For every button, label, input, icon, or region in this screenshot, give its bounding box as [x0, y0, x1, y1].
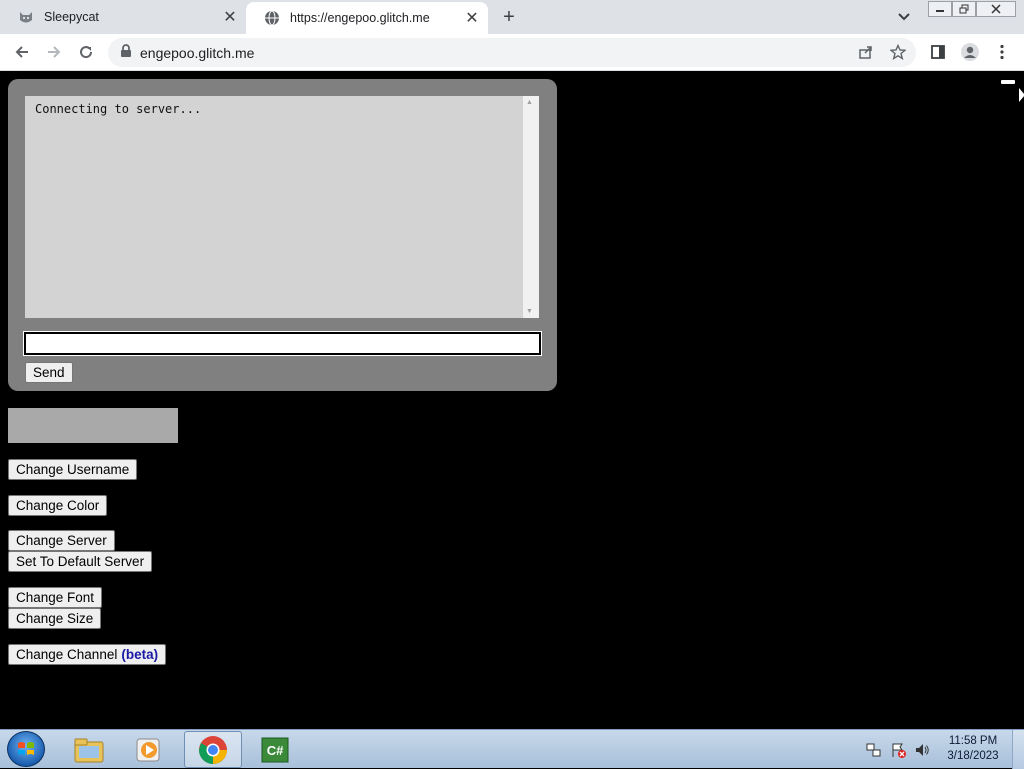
start-menu-button[interactable] [7, 731, 45, 767]
address-bar[interactable]: engepoo.glitch.me [108, 38, 916, 67]
chat-log-scrollbar[interactable]: ▲ ▼ [523, 96, 539, 318]
page-content: Connecting to server... ▲ ▼ Send Change … [0, 71, 1024, 729]
user-color-box [8, 408, 178, 443]
back-button[interactable] [9, 39, 35, 65]
chevron-down-icon[interactable] [894, 8, 914, 26]
forward-button[interactable] [41, 39, 67, 65]
change-channel-label: Change Channel [16, 647, 118, 662]
change-font-button[interactable]: Change Font [8, 587, 103, 608]
chrome-icon[interactable] [184, 731, 242, 768]
message-input[interactable] [23, 331, 542, 356]
close-icon[interactable]: ✕ [220, 7, 240, 27]
change-color-button[interactable]: Change Color [8, 495, 108, 516]
system-tray [862, 730, 934, 769]
file-explorer-icon[interactable] [60, 731, 118, 768]
share-icon[interactable] [853, 39, 879, 65]
clock-time: 11:58 PM [948, 735, 998, 747]
side-panel-icon[interactable] [925, 39, 951, 65]
action-center-flag-icon[interactable] [889, 741, 907, 759]
tab-strip: Sleepycat ✕ https://engepoo.glitch.me ✕ … [0, 0, 1024, 34]
change-username-button[interactable]: Change Username [8, 459, 138, 480]
csharp-icon[interactable]: C# [246, 731, 304, 768]
clock-date: 3/18/2023 [947, 750, 999, 762]
network-icon[interactable] [865, 741, 883, 759]
beta-badge: (beta) [121, 647, 159, 662]
new-tab-button[interactable]: + [498, 6, 520, 28]
tab-sleepycat[interactable]: Sleepycat ✕ [0, 0, 246, 34]
volume-icon[interactable] [913, 741, 931, 759]
tab-title: Sleepycat [44, 10, 99, 24]
close-window-button[interactable] [976, 1, 1016, 17]
mouse-pointer-icon [1019, 88, 1024, 107]
tab-title: https://engepoo.glitch.me [290, 11, 430, 25]
globe-icon [264, 10, 280, 26]
svg-text:C#: C# [267, 743, 284, 758]
lock-icon[interactable] [120, 44, 132, 61]
profile-avatar-icon[interactable] [957, 39, 983, 65]
minimize-button[interactable] [928, 1, 952, 17]
menu-kebab-icon[interactable] [989, 39, 1015, 65]
scroll-up-icon[interactable]: ▲ [526, 99, 533, 106]
scrollbar-thumb[interactable] [1001, 80, 1015, 84]
chat-panel: Connecting to server... ▲ ▼ Send [8, 79, 557, 391]
send-button[interactable]: Send [25, 362, 73, 383]
close-icon[interactable]: ✕ [462, 8, 482, 28]
scroll-down-icon[interactable]: ▼ [526, 308, 533, 315]
taskbar-clock[interactable]: 11:58 PM 3/18/2023 [940, 734, 1006, 764]
change-size-button[interactable]: Change Size [8, 608, 102, 629]
url-text[interactable]: engepoo.glitch.me [140, 45, 254, 61]
taskbar: C# 11:58 PM 3/18/2023 [0, 729, 1024, 769]
chat-log[interactable]: Connecting to server... [25, 96, 523, 318]
cat-icon [18, 9, 34, 25]
browser-toolbar: engepoo.glitch.me [0, 34, 1024, 71]
bookmark-star-icon[interactable] [885, 39, 911, 65]
media-player-icon[interactable] [120, 731, 178, 768]
show-desktop-button[interactable] [1012, 730, 1024, 769]
restore-button[interactable] [952, 1, 976, 17]
change-server-button[interactable]: Change Server [8, 530, 115, 551]
reload-button[interactable] [73, 39, 99, 65]
tab-engepoo[interactable]: https://engepoo.glitch.me ✕ [246, 2, 488, 34]
change-channel-button[interactable]: Change Channel (beta) [8, 644, 167, 665]
set-default-server-button[interactable]: Set To Default Server [8, 551, 153, 572]
